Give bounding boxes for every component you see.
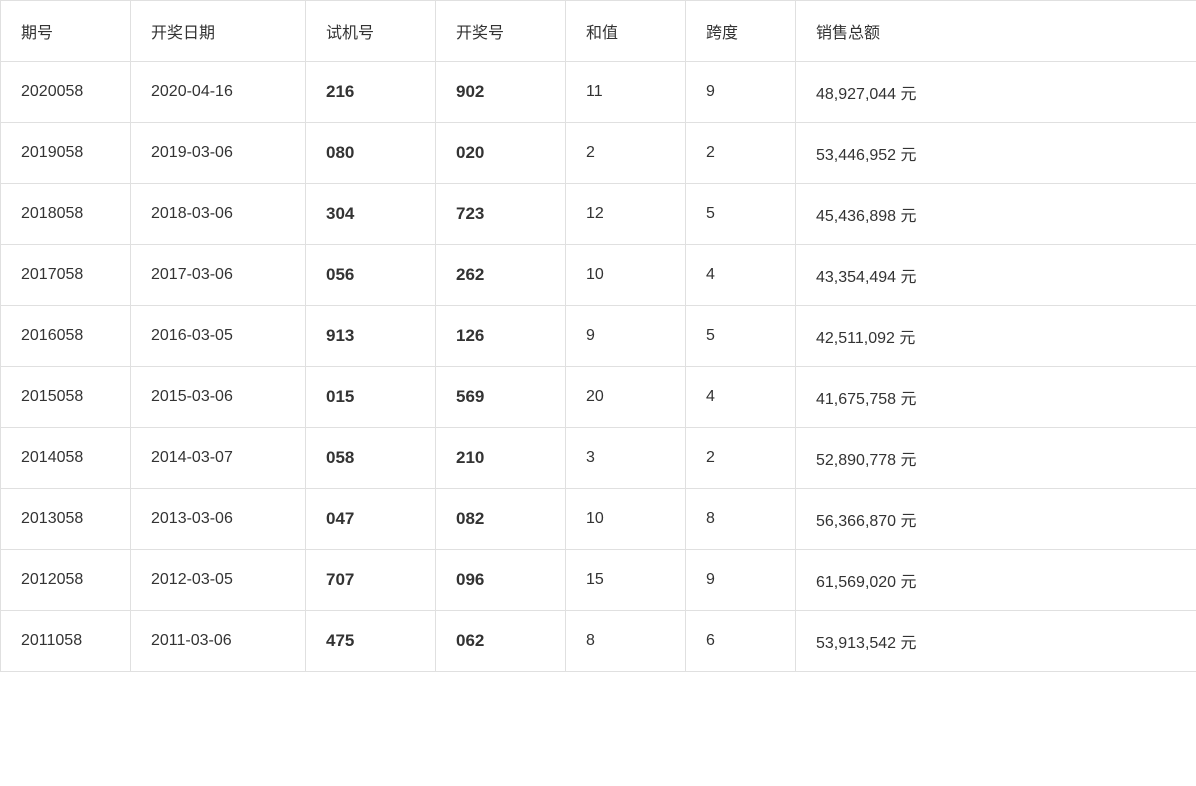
table-row: 20200582020-04-1621690211948,927,044 元 [1,62,1196,123]
trial-cell: 216 [306,62,436,123]
sum-cell: 15 [566,550,686,611]
winning-cell: 902 [436,62,566,123]
span-cell: 2 [686,123,796,184]
winning-cell: 210 [436,428,566,489]
period-cell: 2020058 [1,62,131,123]
sum-cell: 10 [566,489,686,550]
table-row: 20130582013-03-0604708210856,366,870 元 [1,489,1196,550]
winning-cell: 126 [436,306,566,367]
winning-cell: 262 [436,245,566,306]
sales-cell: 43,354,494 元 [796,245,1196,306]
span-cell: 9 [686,62,796,123]
date-cell: 2014-03-07 [131,428,306,489]
period-cell: 2013058 [1,489,131,550]
date-cell: 2013-03-06 [131,489,306,550]
period-cell: 2015058 [1,367,131,428]
sum-cell: 11 [566,62,686,123]
period-cell: 2012058 [1,550,131,611]
winning-cell: 723 [436,184,566,245]
trial-cell: 015 [306,367,436,428]
sum-cell: 2 [566,123,686,184]
column-header: 和值 [566,1,686,62]
span-cell: 2 [686,428,796,489]
lottery-table: 期号开奖日期试机号开奖号和值跨度销售总额 20200582020-04-1621… [0,0,1196,672]
winning-cell: 020 [436,123,566,184]
column-header: 期号 [1,1,131,62]
span-cell: 5 [686,184,796,245]
column-header: 开奖日期 [131,1,306,62]
sales-cell: 41,675,758 元 [796,367,1196,428]
sales-cell: 42,511,092 元 [796,306,1196,367]
table-row: 20160582016-03-059131269542,511,092 元 [1,306,1196,367]
table-row: 20140582014-03-070582103252,890,778 元 [1,428,1196,489]
date-cell: 2017-03-06 [131,245,306,306]
table-row: 20180582018-03-0630472312545,436,898 元 [1,184,1196,245]
period-cell: 2011058 [1,611,131,672]
sales-cell: 56,366,870 元 [796,489,1196,550]
sum-cell: 8 [566,611,686,672]
sales-cell: 61,569,020 元 [796,550,1196,611]
trial-cell: 913 [306,306,436,367]
span-cell: 9 [686,550,796,611]
table-row: 20110582011-03-064750628653,913,542 元 [1,611,1196,672]
winning-cell: 096 [436,550,566,611]
sales-cell: 52,890,778 元 [796,428,1196,489]
sum-cell: 20 [566,367,686,428]
sum-cell: 9 [566,306,686,367]
table-row: 20190582019-03-060800202253,446,952 元 [1,123,1196,184]
period-cell: 2019058 [1,123,131,184]
sales-cell: 53,446,952 元 [796,123,1196,184]
date-cell: 2011-03-06 [131,611,306,672]
period-cell: 2016058 [1,306,131,367]
table-row: 20150582015-03-0601556920441,675,758 元 [1,367,1196,428]
span-cell: 4 [686,367,796,428]
trial-cell: 304 [306,184,436,245]
winning-cell: 569 [436,367,566,428]
column-header: 试机号 [306,1,436,62]
sum-cell: 3 [566,428,686,489]
sales-cell: 45,436,898 元 [796,184,1196,245]
span-cell: 8 [686,489,796,550]
sum-cell: 10 [566,245,686,306]
date-cell: 2012-03-05 [131,550,306,611]
date-cell: 2020-04-16 [131,62,306,123]
date-cell: 2019-03-06 [131,123,306,184]
date-cell: 2018-03-06 [131,184,306,245]
sum-cell: 12 [566,184,686,245]
date-cell: 2015-03-06 [131,367,306,428]
period-cell: 2017058 [1,245,131,306]
trial-cell: 058 [306,428,436,489]
table-header-row: 期号开奖日期试机号开奖号和值跨度销售总额 [1,1,1196,62]
span-cell: 4 [686,245,796,306]
column-header: 跨度 [686,1,796,62]
trial-cell: 056 [306,245,436,306]
trial-cell: 080 [306,123,436,184]
table-row: 20170582017-03-0605626210443,354,494 元 [1,245,1196,306]
column-header: 开奖号 [436,1,566,62]
span-cell: 6 [686,611,796,672]
sales-cell: 53,913,542 元 [796,611,1196,672]
period-cell: 2018058 [1,184,131,245]
span-cell: 5 [686,306,796,367]
column-header: 销售总额 [796,1,1196,62]
winning-cell: 082 [436,489,566,550]
winning-cell: 062 [436,611,566,672]
table-row: 20120582012-03-0570709615961,569,020 元 [1,550,1196,611]
trial-cell: 047 [306,489,436,550]
sales-cell: 48,927,044 元 [796,62,1196,123]
trial-cell: 475 [306,611,436,672]
date-cell: 2016-03-05 [131,306,306,367]
period-cell: 2014058 [1,428,131,489]
trial-cell: 707 [306,550,436,611]
